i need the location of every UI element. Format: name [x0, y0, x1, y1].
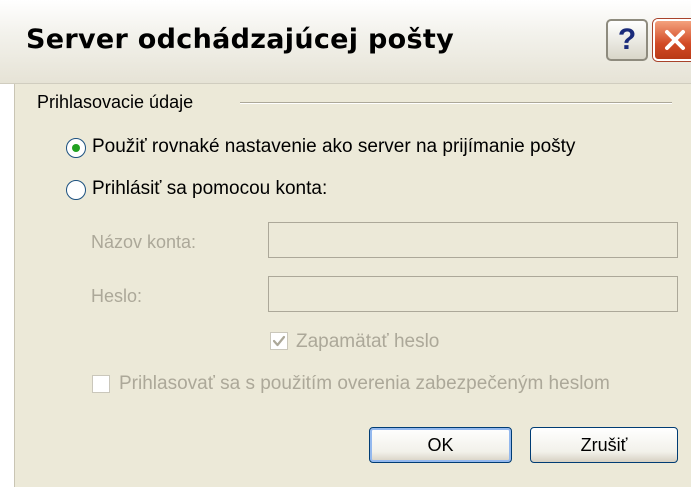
radio-login-with-account-label[interactable]: Prihlásiť sa pomocou konta: [92, 178, 327, 200]
group-label-credentials: Prihlasovacie údaje [37, 92, 202, 113]
close-icon [665, 30, 685, 50]
account-name-label: Názov konta: [91, 232, 197, 252]
checkmark-icon [272, 335, 286, 347]
group-divider [240, 102, 672, 104]
close-button[interactable] [653, 19, 691, 61]
window-edge-divider [14, 84, 15, 487]
spa-auth-checkbox[interactable] [92, 375, 110, 393]
help-icon: ? [617, 23, 637, 56]
dialog-title: Server odchádzajúcej pošty [26, 24, 454, 55]
remember-password-checkbox[interactable] [270, 332, 288, 350]
remember-password-label: Zapamätať heslo [296, 331, 440, 352]
radio-same-as-incoming-label[interactable]: Použiť rovnaké nastavenie ako server na … [92, 136, 575, 158]
ok-button[interactable]: OK [369, 427, 512, 463]
account-name-input[interactable] [268, 222, 678, 258]
radio-same-as-incoming[interactable] [66, 138, 86, 158]
dialog-titlebar: Server odchádzajúcej pošty ? [0, 0, 691, 84]
radio-login-with-account[interactable] [66, 180, 86, 200]
password-label: Heslo: [91, 286, 143, 306]
help-button[interactable]: ? [606, 19, 648, 61]
spa-auth-label: Prihlasovať sa s použitím overenia zabez… [119, 373, 610, 394]
window-edge [0, 84, 14, 487]
password-input[interactable] [268, 276, 678, 312]
cancel-button[interactable]: Zrušiť [530, 427, 678, 463]
